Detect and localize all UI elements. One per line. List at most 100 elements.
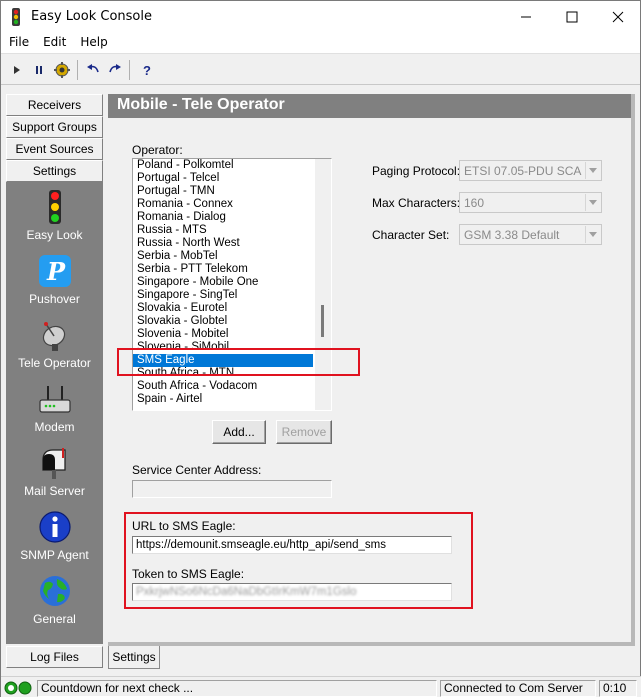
redo-icon [109,64,121,73]
nav-support-groups[interactable]: Support Groups [6,116,103,138]
nav-pushover[interactable]: P Pushover [6,250,103,314]
nav-settings[interactable]: Settings [6,160,103,182]
list-item[interactable]: Serbia - MobTel [133,250,331,263]
highlight-box-sms-eagle-settings [124,512,473,609]
status-time: 0:10 [599,680,637,697]
nav-easy-look-label: Easy Look [26,228,83,242]
maximize-button[interactable] [549,1,595,32]
paging-protocol-value: ETSI 07.05-PDU SCA [464,164,582,178]
nav-snmp-agent[interactable]: SNMP Agent [6,506,103,570]
service-center-field[interactable] [132,480,332,498]
svg-text:?: ? [143,63,151,77]
bottom-tab-strip: Settings [108,646,635,670]
maximize-icon [566,11,578,22]
mailbox-icon [42,448,66,479]
title-bar: Easy Look Console [1,1,640,32]
list-item[interactable]: Portugal - TMN [133,185,331,198]
character-set-label: Character Set: [372,228,450,242]
window-title: Easy Look Console [31,9,152,24]
status-countdown: Countdown for next check ... [37,680,437,697]
pause-icon [36,66,42,74]
nav-receivers-label: Receivers [27,98,82,112]
character-set-select[interactable]: GSM 3.38 Default [459,224,602,245]
list-item[interactable]: Poland - Polkomtel [133,159,331,172]
close-icon [612,11,624,22]
nav-modem-label: Modem [34,420,75,434]
redo-button[interactable] [105,60,125,80]
tab-settings[interactable]: Settings [108,646,160,669]
nav-tele-operator[interactable]: Tele Operator [6,314,103,378]
nav-modem[interactable]: Modem [6,378,103,442]
list-item[interactable]: Serbia - PTT Telekom [133,263,331,276]
menu-bar: File Edit Help [1,32,640,53]
max-characters-select[interactable]: 160 [459,192,602,213]
toolbar: ? [1,53,640,85]
traffic-light-icon [49,190,61,224]
nav-snmp-agent-label: SNMP Agent [20,548,89,562]
nav-support-groups-label: Support Groups [12,120,97,134]
nav-event-sources-label: Event Sources [15,142,94,156]
settings-icon-panel: Easy Look P Pushover Tele Operator Modem… [6,182,103,644]
add-operator-button[interactable]: Add... [212,420,266,444]
list-item[interactable]: Singapore - SingTel [133,289,331,302]
list-item[interactable]: Slovakia - Eurotel [133,302,331,315]
paging-protocol-label: Paging Protocol: [372,164,461,178]
nav-log-files-label: Log Files [30,650,79,664]
paging-protocol-select[interactable]: ETSI 07.05-PDU SCA [459,160,602,181]
undo-icon [87,64,99,73]
gear-icon [54,62,70,78]
nav-event-sources[interactable]: Event Sources [6,138,103,160]
nav-receivers[interactable]: Receivers [6,94,103,116]
list-item[interactable]: Portugal - Telcel [133,172,331,185]
nav-mail-server-label: Mail Server [24,484,85,498]
close-button[interactable] [595,1,641,32]
remove-operator-button[interactable]: Remove [276,420,332,444]
page-title: Mobile - Tele Operator [108,94,635,118]
list-item[interactable]: Slovakia - Globtel [133,315,331,328]
menu-help[interactable]: Help [73,32,114,53]
list-item[interactable]: Singapore - Mobile One [133,276,331,289]
minimize-icon [521,16,531,17]
globe-icon [40,576,70,606]
menu-edit[interactable]: Edit [36,32,73,53]
settings-button[interactable] [52,60,72,80]
list-item[interactable]: Romania - Dialog [133,211,331,224]
menu-file[interactable]: File [1,32,36,53]
chevron-down-icon [585,226,600,243]
tele-operator-form: Operator: Poland - Polkomtel Portugal - T… [108,118,635,646]
max-characters-label: Max Characters: [372,196,461,210]
play-icon [14,66,20,74]
list-item[interactable]: Spain - Airtel [133,393,331,406]
service-center-label: Service Center Address: [132,463,262,477]
nav-log-files[interactable]: Log Files [6,646,103,668]
undo-button[interactable] [83,60,103,80]
pause-button[interactable] [29,60,49,80]
highlight-box-operator [117,348,360,376]
svg-text:P: P [46,257,66,286]
play-button[interactable] [7,60,27,80]
main-window: Easy Look Console File Edit Help ? Recei… [0,0,641,697]
nav-mail-server[interactable]: Mail Server [6,442,103,506]
help-button[interactable]: ? [137,60,157,80]
nav-tele-operator-label: Tele Operator [18,356,91,370]
nav-general[interactable]: General [6,570,103,634]
chevron-down-icon [585,162,600,179]
character-set-value: GSM 3.38 Default [464,228,560,242]
status-indicator-icon [4,681,32,695]
minimize-button[interactable] [503,1,549,32]
list-item[interactable]: Russia - MTS [133,224,331,237]
list-item[interactable]: Romania - Connex [133,198,331,211]
list-item[interactable]: South Africa - Vodacom [133,380,331,393]
list-item[interactable]: Russia - North West [133,237,331,250]
info-icon [39,511,71,543]
list-item[interactable]: Slovenia - Mobitel [133,328,331,341]
nav-settings-label: Settings [32,164,77,178]
nav-easy-look[interactable]: Easy Look [6,186,103,250]
nav-general-label: General [33,612,76,626]
scrollbar-thumb[interactable] [321,305,324,337]
status-connection: Connected to Com Server [440,680,596,697]
traffic-light-icon [12,8,20,26]
pushover-icon: P [39,255,71,287]
help-icon: ? [143,63,151,77]
toolbar-separator [77,60,78,80]
